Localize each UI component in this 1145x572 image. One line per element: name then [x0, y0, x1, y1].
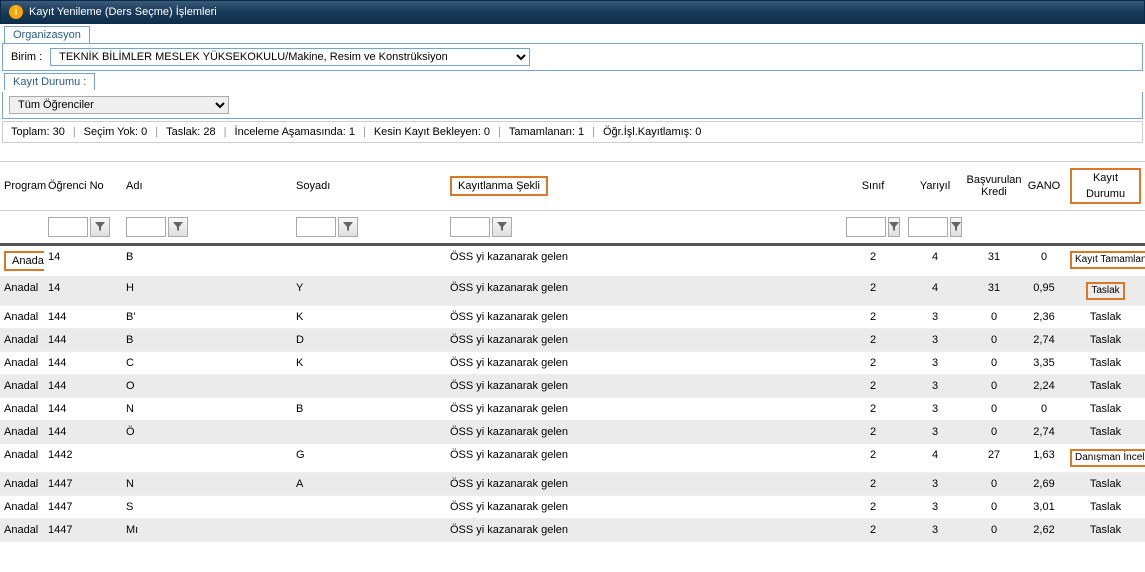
stat-toplam: Toplam: 30	[11, 126, 65, 138]
filter-icon	[497, 222, 507, 232]
stat-tamamlanan: Tamamlanan: 1	[509, 126, 584, 138]
table-row[interactable]: Anadal144B'KÖSS yi kazanarak gelen2302,3…	[0, 306, 1145, 329]
table-row[interactable]: Anadal144CKÖSS yi kazanarak gelen2303,35…	[0, 352, 1145, 375]
cell-kayit-durumu: Taslak	[1066, 375, 1145, 397]
table-row[interactable]: Anadal14HYÖSS yi kazanarak gelen24310,95…	[0, 277, 1145, 306]
grid-header: Program Öğrenci No Adı Soyadı Kayıtlanma…	[0, 161, 1145, 211]
filter-row	[0, 211, 1145, 246]
tab-kayit-durumu[interactable]: Kayıt Durumu :	[4, 73, 95, 90]
col-program[interactable]: Program	[0, 162, 44, 210]
filter-ogrno-btn[interactable]	[90, 217, 110, 237]
table-row[interactable]: Anadal144NBÖSS yi kazanarak gelen2300Tas…	[0, 398, 1145, 421]
filter-soyadi[interactable]	[296, 217, 336, 237]
kayit-durumu-select[interactable]: Tüm Öğrenciler	[9, 96, 229, 114]
table-row[interactable]: Anadal1447NAÖSS yi kazanarak gelen2302,6…	[0, 473, 1145, 496]
col-kayit-durumu[interactable]: Kayıt Durumu	[1066, 162, 1145, 210]
kayit-durumu-section: Tüm Öğrenciler	[2, 92, 1143, 119]
col-sinif[interactable]: Sınıf	[842, 162, 904, 210]
window-titlebar: i Kayıt Yenileme (Ders Seçme) İşlemleri	[0, 0, 1145, 24]
filter-icon	[343, 222, 353, 232]
filter-icon	[173, 222, 183, 232]
window-title: Kayıt Yenileme (Ders Seçme) İşlemleri	[29, 6, 217, 18]
table-row[interactable]: Anadal144OÖSS yi kazanarak gelen2302,24T…	[0, 375, 1145, 398]
birim-select[interactable]: TEKNİK BİLİMLER MESLEK YÜKSEKOKULU/Makin…	[50, 48, 530, 66]
cell-kayit-durumu: Taslak	[1066, 277, 1145, 305]
filter-sinif[interactable]	[846, 217, 886, 237]
filter-yariyil[interactable]	[908, 217, 948, 237]
birim-label: Birim :	[11, 51, 42, 63]
cell-kayit-durumu: Taslak	[1066, 398, 1145, 420]
filter-icon	[95, 222, 105, 232]
stats-row: Toplam: 30| Seçim Yok: 0| Taslak: 28| İn…	[2, 121, 1143, 143]
filter-adi[interactable]	[126, 217, 166, 237]
cell-kayit-durumu: Taslak	[1066, 473, 1145, 495]
filter-icon	[889, 222, 899, 232]
cell-kayit-durumu: Taslak	[1066, 329, 1145, 351]
stat-secim-yok: Seçim Yok: 0	[84, 126, 148, 138]
org-row: Birim : TEKNİK BİLİMLER MESLEK YÜKSEKOKU…	[2, 43, 1143, 71]
cell-kayit-durumu: Taslak	[1066, 306, 1145, 328]
cell-kayit-durumu: Kayıt Tamamlandı	[1066, 246, 1145, 276]
tab-organizasyon[interactable]: Organizasyon	[4, 26, 90, 43]
filter-adi-btn[interactable]	[168, 217, 188, 237]
col-soyadi[interactable]: Soyadı	[292, 162, 446, 210]
col-kayitlanma-sekli[interactable]: Kayıtlanma Şekli	[446, 162, 842, 210]
stat-kesin: Kesin Kayıt Bekleyen: 0	[374, 126, 490, 138]
filter-sinif-btn[interactable]	[888, 217, 900, 237]
filter-kayitlanma[interactable]	[450, 217, 490, 237]
filter-soyadi-btn[interactable]	[338, 217, 358, 237]
col-adi[interactable]: Adı	[122, 162, 292, 210]
col-gano[interactable]: GANO	[1022, 162, 1066, 210]
filter-ogrno[interactable]	[48, 217, 88, 237]
cell-kayit-durumu: Taslak	[1066, 496, 1145, 518]
stat-inceleme: İnceleme Aşamasında: 1	[235, 126, 355, 138]
table-row[interactable]: Anadal1447MıÖSS yi kazanarak gelen2302,6…	[0, 519, 1145, 542]
col-kredi[interactable]: Başvurulan Kredi	[966, 162, 1022, 210]
filter-kayitlanma-btn[interactable]	[492, 217, 512, 237]
cell-kayit-durumu: Taslak	[1066, 421, 1145, 443]
stat-ogrisl: Öğr.İşl.Kayıtlamış: 0	[603, 126, 701, 138]
table-row[interactable]: Anadal144BDÖSS yi kazanarak gelen2302,74…	[0, 329, 1145, 352]
data-grid: Program Öğrenci No Adı Soyadı Kayıtlanma…	[0, 161, 1145, 542]
stat-taslak: Taslak: 28	[166, 126, 216, 138]
col-ogrno[interactable]: Öğrenci No	[44, 162, 122, 210]
cell-kayit-durumu: Danışman İnceleme	[1066, 444, 1145, 472]
filter-icon	[951, 222, 961, 232]
cell-kayit-durumu: Taslak	[1066, 352, 1145, 374]
col-yariyil[interactable]: Yarıyıl	[904, 162, 966, 210]
table-row[interactable]: Anadal14BÖSS yi kazanarak gelen24310Kayı…	[0, 246, 1145, 277]
table-row[interactable]: Anadal1442GÖSS yi kazanarak gelen24271,6…	[0, 444, 1145, 473]
table-row[interactable]: Anadal1447SÖSS yi kazanarak gelen2303,01…	[0, 496, 1145, 519]
filter-yariyil-btn[interactable]	[950, 217, 962, 237]
table-row[interactable]: Anadal144ÖÖSS yi kazanarak gelen2302,74T…	[0, 421, 1145, 444]
app-icon: i	[9, 5, 23, 19]
cell-kayit-durumu: Taslak	[1066, 519, 1145, 541]
